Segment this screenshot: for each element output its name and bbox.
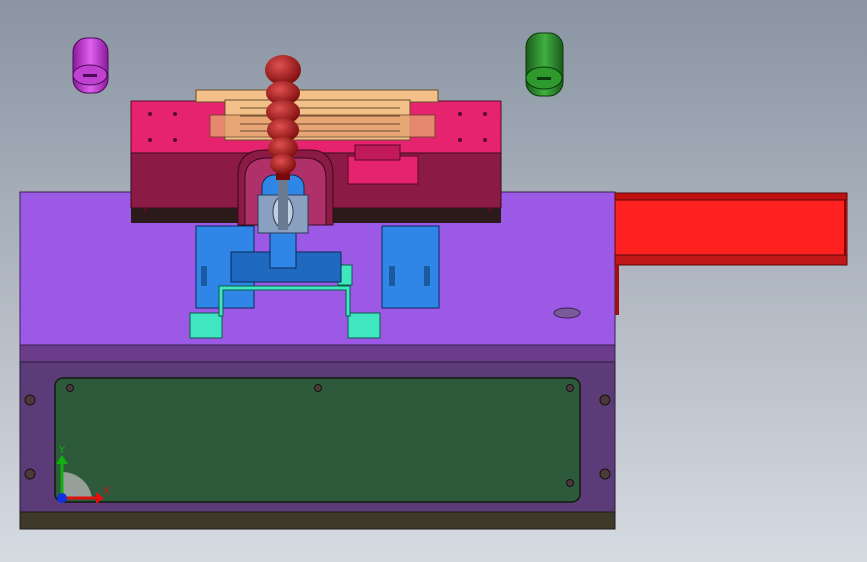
cad-model-canvas[interactable]: Y X [0, 0, 867, 562]
blue-support-right[interactable] [381, 225, 440, 309]
x-axis-label: X [103, 486, 110, 497]
green-window-panel[interactable] [54, 377, 581, 503]
front-panel[interactable] [19, 361, 616, 530]
peach-guide-rails[interactable] [195, 89, 439, 141]
purple-cylinder[interactable] [72, 37, 109, 94]
green-cylinder[interactable] [525, 32, 564, 97]
toggle-clamp[interactable] [257, 174, 309, 234]
y-axis-label: Y [58, 445, 66, 456]
cad-viewport[interactable]: Y X [0, 0, 867, 562]
pin-hole [553, 307, 581, 319]
z-axis-dot [57, 493, 67, 503]
